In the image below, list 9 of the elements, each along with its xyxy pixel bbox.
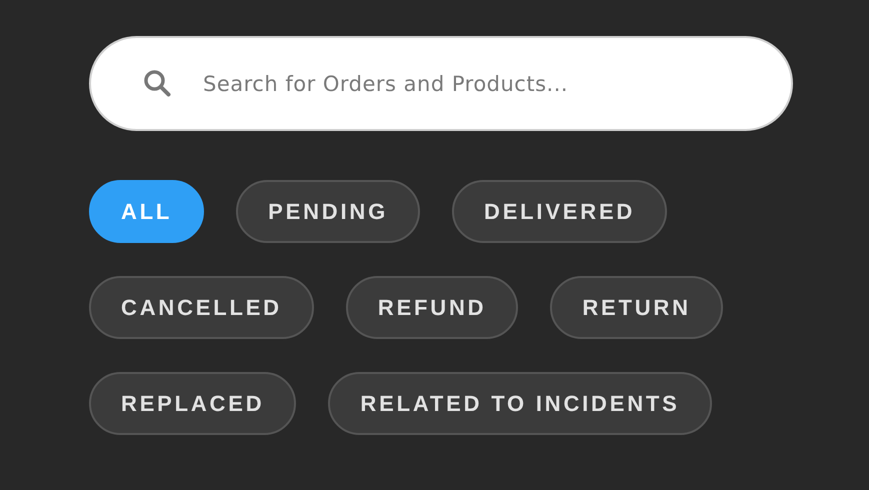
filter-chip[interactable]: DELIVERED bbox=[452, 180, 668, 243]
filter-chip[interactable]: RELATED TO INCIDENTS bbox=[328, 372, 712, 435]
filter-chip[interactable]: RETURN bbox=[550, 276, 723, 339]
filter-chip[interactable]: REFUND bbox=[346, 276, 518, 339]
filter-chip[interactable]: CANCELLED bbox=[89, 276, 314, 339]
search-field[interactable]: Search for Orders and Products... bbox=[89, 36, 793, 131]
filter-chip[interactable]: PENDING bbox=[236, 180, 420, 243]
filter-chip[interactable]: REPLACED bbox=[89, 372, 296, 435]
search-icon bbox=[143, 69, 171, 97]
